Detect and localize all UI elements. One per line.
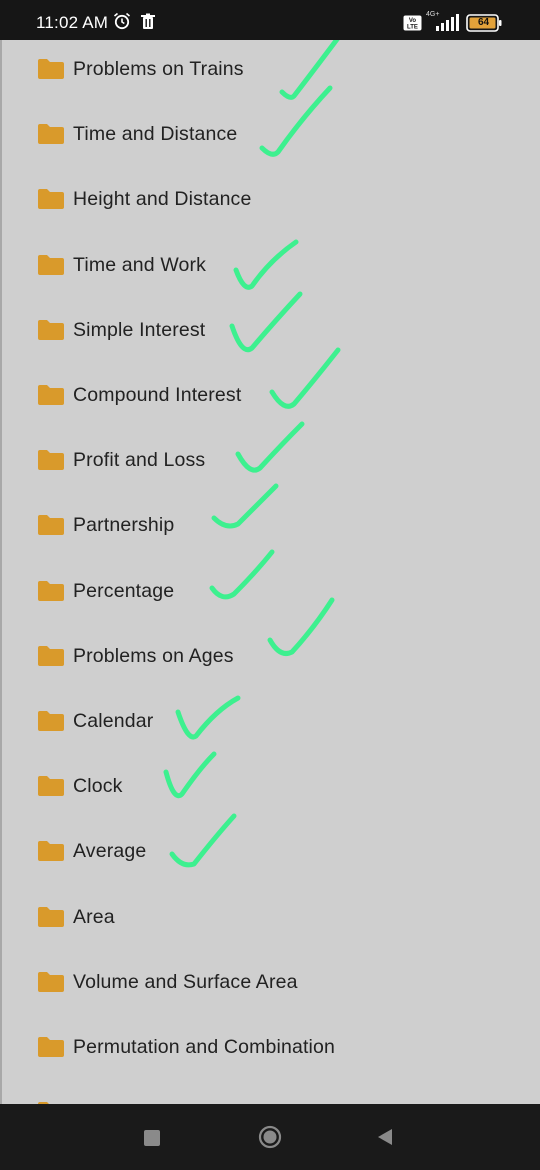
alarm-icon <box>113 12 131 30</box>
folder-label: Problems on Trains <box>73 58 244 80</box>
folder-item[interactable]: Permutation and Combination <box>2 1028 540 1068</box>
recents-button[interactable] <box>144 1130 160 1146</box>
folder-item[interactable]: Percentage <box>2 572 540 612</box>
folder-item[interactable]: Numbers <box>2 1093 540 1104</box>
folder-label: Clock <box>73 775 123 798</box>
status-bar: 11:02 AM Vo LTE 4G+ 64 <box>0 0 540 40</box>
folder-icon <box>38 645 64 666</box>
folder-item[interactable]: Profit and Loss <box>2 441 540 481</box>
signal-icon <box>436 14 459 31</box>
folder-icon <box>38 841 64 862</box>
svg-text:Vo: Vo <box>409 18 417 24</box>
folder-label: Volume and Surface Area <box>73 970 298 993</box>
folder-item[interactable]: Clock <box>2 767 540 807</box>
trash-icon <box>141 13 155 29</box>
battery-level: 64 <box>477 17 490 28</box>
folder-label: Time and Work <box>73 253 207 276</box>
folder-label: Permutation and Combination <box>73 1036 336 1058</box>
status-time: 11:02 AM <box>36 13 109 32</box>
folder-icon <box>38 124 64 145</box>
folder-label: Time and Distance <box>73 123 238 146</box>
folder-label: Profit and Loss <box>73 449 206 472</box>
folder-item[interactable]: Simple Interest <box>2 311 540 351</box>
folder-icon <box>38 711 64 731</box>
folder-icon <box>38 906 64 927</box>
folder-item[interactable]: Volume and Surface Area <box>2 963 540 1003</box>
folder-icon <box>38 254 64 275</box>
folder-icon <box>38 515 64 536</box>
folder-item[interactable]: Time and Distance <box>2 115 540 155</box>
folder-label: Simple Interest <box>73 318 206 341</box>
folder-label: Compound Interest <box>73 384 242 406</box>
folder-label: Area <box>73 905 115 928</box>
folder-icon <box>38 450 64 471</box>
folder-icon <box>38 580 64 601</box>
folder-item[interactable]: Problems on Trains <box>2 50 540 90</box>
folder-item[interactable]: Compound Interest <box>2 376 540 416</box>
folder-item[interactable]: Calendar <box>2 702 540 742</box>
folder-label: Height and Distance <box>73 188 252 211</box>
folder-icon <box>38 385 64 405</box>
folder-icon <box>38 1037 64 1057</box>
folder-item[interactable]: Problems on Ages <box>2 637 540 677</box>
folder-item[interactable]: Height and Distance <box>2 180 540 220</box>
folder-label: Average <box>73 840 147 863</box>
folder-item[interactable]: Average <box>2 832 540 872</box>
home-button[interactable] <box>258 1125 282 1149</box>
svg-text:LTE: LTE <box>407 25 418 31</box>
folder-item[interactable]: Area <box>2 898 540 938</box>
folder-icon <box>38 776 64 797</box>
folder-label: Problems on Ages <box>73 644 234 667</box>
folder-icon <box>38 319 64 340</box>
folder-list-view[interactable]: Problems on Trains Time and Distance Heigh… <box>0 40 540 1104</box>
back-button[interactable] <box>376 1128 394 1146</box>
folder-label: Partnership <box>73 514 175 537</box>
folder-item[interactable]: Time and Work <box>2 246 540 286</box>
volte-icon: Vo LTE <box>403 15 422 31</box>
folder-icon <box>38 59 64 79</box>
folder-item[interactable]: Partnership <box>2 506 540 546</box>
folder-label: Calendar <box>73 710 154 732</box>
folder-label: Percentage <box>73 579 175 602</box>
folder-icon <box>38 971 64 992</box>
folder-icon <box>38 189 64 210</box>
